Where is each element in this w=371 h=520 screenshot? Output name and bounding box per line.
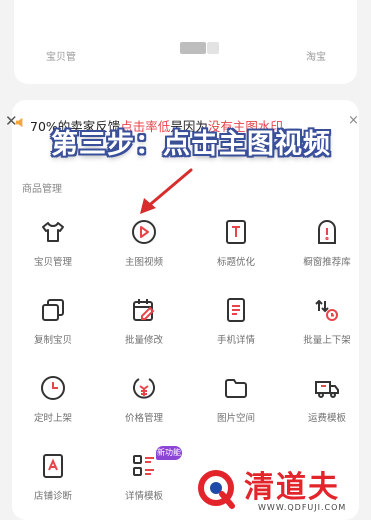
tool-price-manage[interactable]: 价格管理: [109, 374, 179, 436]
tool-label: 主图视频: [124, 257, 163, 268]
tool-window-recommend[interactable]: 橱窗推荐库: [292, 218, 362, 280]
tool-label: 标题优化: [216, 257, 255, 268]
tool-batch-shelf[interactable]: 批量上下架: [292, 296, 362, 358]
tool-label: 运费模板: [307, 413, 346, 424]
truck-icon: [313, 374, 341, 402]
list-grid-icon: [130, 452, 158, 480]
tool-copy-product[interactable]: 复制宝贝: [18, 296, 88, 358]
watermark-text: 清道夫: [244, 470, 340, 505]
clock-icon: [39, 374, 67, 402]
tool-main-video[interactable]: 主图视频: [109, 218, 179, 280]
tool-label: 定时上架: [33, 413, 72, 424]
play-circle-icon: [130, 218, 158, 246]
price-tag-icon: [130, 374, 158, 402]
section-title: 商品管理: [22, 184, 62, 195]
tool-label: 批量上下架: [303, 335, 351, 346]
q-logo-icon: [198, 470, 235, 509]
tool-label: 价格管理: [124, 413, 163, 424]
tool-label: 复制宝贝: [33, 335, 72, 346]
folder-icon: [222, 374, 250, 402]
search-doc-icon: [39, 452, 67, 480]
tool-label: 批量修改: [124, 335, 163, 346]
text-t-icon: [222, 218, 250, 246]
site-watermark: 清道夫 WWW.QDFUJI.COM: [186, 462, 370, 515]
tool-shipping-template[interactable]: 运费模板: [292, 374, 362, 436]
tool-label: 图片空间: [216, 413, 255, 424]
tshirt-icon: [39, 218, 67, 246]
tool-label: 手机详情: [216, 335, 255, 346]
tool-detail-template[interactable]: 详情模板: [109, 452, 179, 514]
tool-label: 详情模板: [124, 491, 163, 502]
watermark-url: WWW.QDFUJI.COM: [258, 503, 347, 512]
calendar-edit-icon: [130, 296, 158, 324]
tool-label: 宝贝管理: [33, 257, 72, 268]
tool-label: 橱窗推荐库: [303, 257, 351, 268]
document-icon: [222, 296, 250, 324]
tool-mobile-detail[interactable]: 手机详情: [201, 296, 271, 358]
tool-title-optimize[interactable]: 标题优化: [201, 218, 271, 280]
up-down-clock-icon: [313, 296, 341, 324]
tool-image-space[interactable]: 图片空间: [201, 374, 271, 436]
tool-shop-diagnose[interactable]: 店铺诊断: [18, 452, 88, 514]
new-feature-badge: 新功能: [156, 446, 182, 460]
tool-product-manage[interactable]: 宝贝管理: [18, 218, 88, 280]
tool-scheduled-listing[interactable]: 定时上架: [18, 374, 88, 436]
tool-label: 店铺诊断: [33, 491, 72, 502]
tool-batch-edit[interactable]: 批量修改: [109, 296, 179, 358]
tombstone-alert-icon: [313, 218, 341, 246]
copy-icon: [39, 296, 67, 324]
